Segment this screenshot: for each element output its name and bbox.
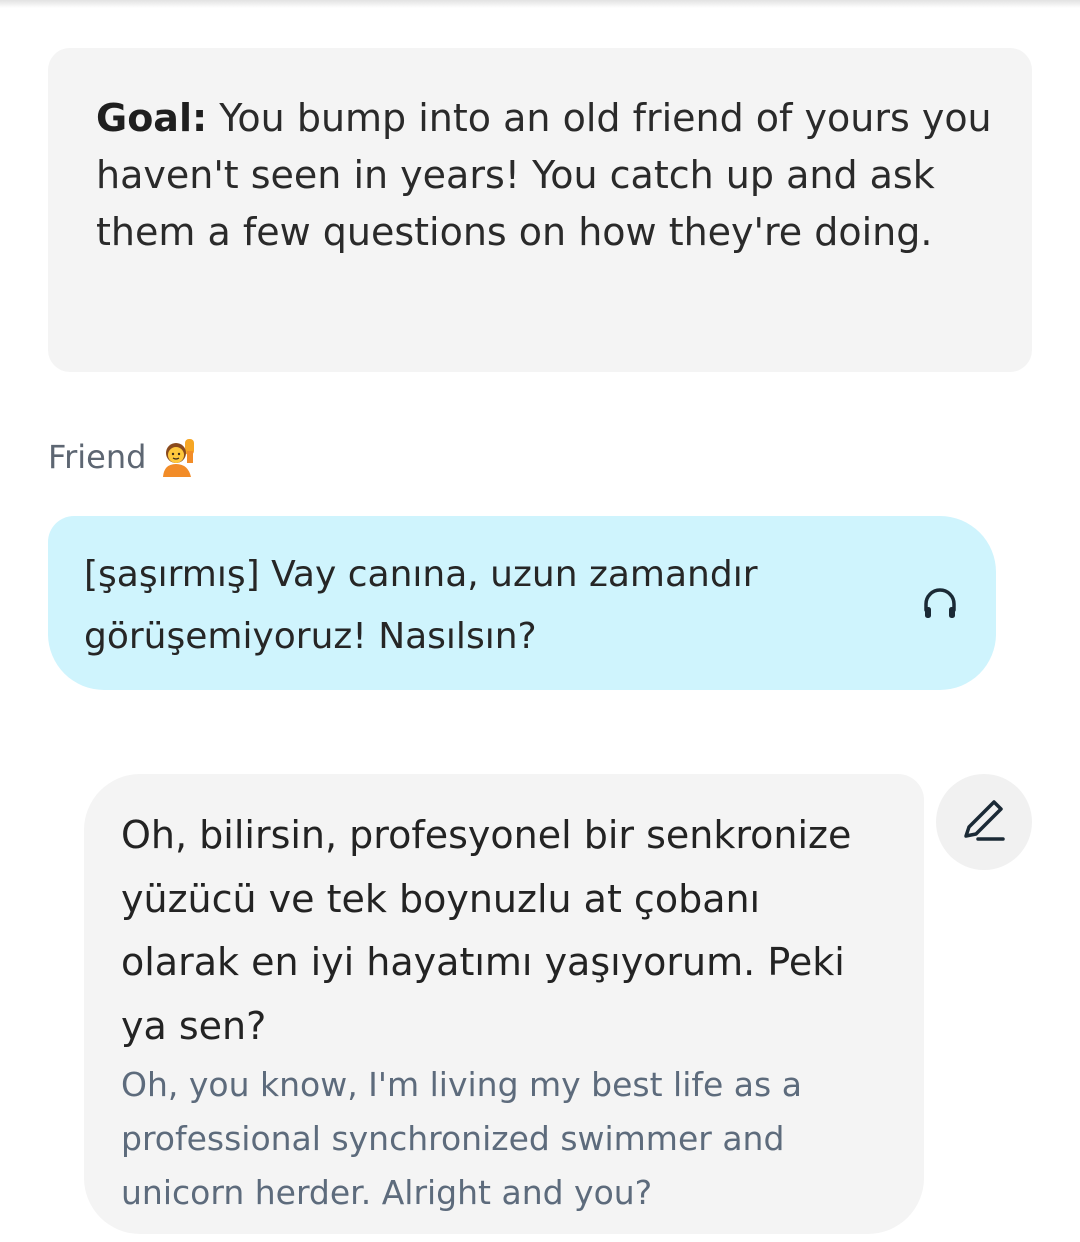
reply-bubble: Oh, bilirsin, profesyonel bir senkronize… bbox=[84, 774, 924, 1234]
speaker-row: Friend bbox=[48, 432, 198, 482]
goal-card: Goal: You bump into an old friend of you… bbox=[48, 48, 1032, 372]
friend-message-text: [şaşırmış] Vay canına, uzun zamandır gör… bbox=[84, 554, 758, 657]
top-divider bbox=[0, 0, 1080, 8]
speaker-name: Friend bbox=[48, 438, 147, 476]
pencil-icon bbox=[958, 794, 1010, 850]
reply-translation: Oh, you know, I'm living my best life as… bbox=[121, 1065, 802, 1212]
conversation-screen: Goal: You bump into an old friend of you… bbox=[0, 0, 1080, 1242]
reply-text: Oh, bilirsin, profesyonel bir senkronize… bbox=[121, 813, 852, 1048]
person-raising-hand-icon bbox=[158, 437, 198, 477]
friend-message-bubble: [şaşırmış] Vay canına, uzun zamandır gör… bbox=[48, 516, 996, 690]
edit-button[interactable] bbox=[936, 774, 1032, 870]
goal-label: Goal: bbox=[96, 96, 208, 140]
goal-description: You bump into an old friend of yours you… bbox=[96, 96, 992, 254]
headphones-icon[interactable] bbox=[916, 580, 964, 628]
goal-text: Goal: You bump into an old friend of you… bbox=[96, 90, 992, 261]
